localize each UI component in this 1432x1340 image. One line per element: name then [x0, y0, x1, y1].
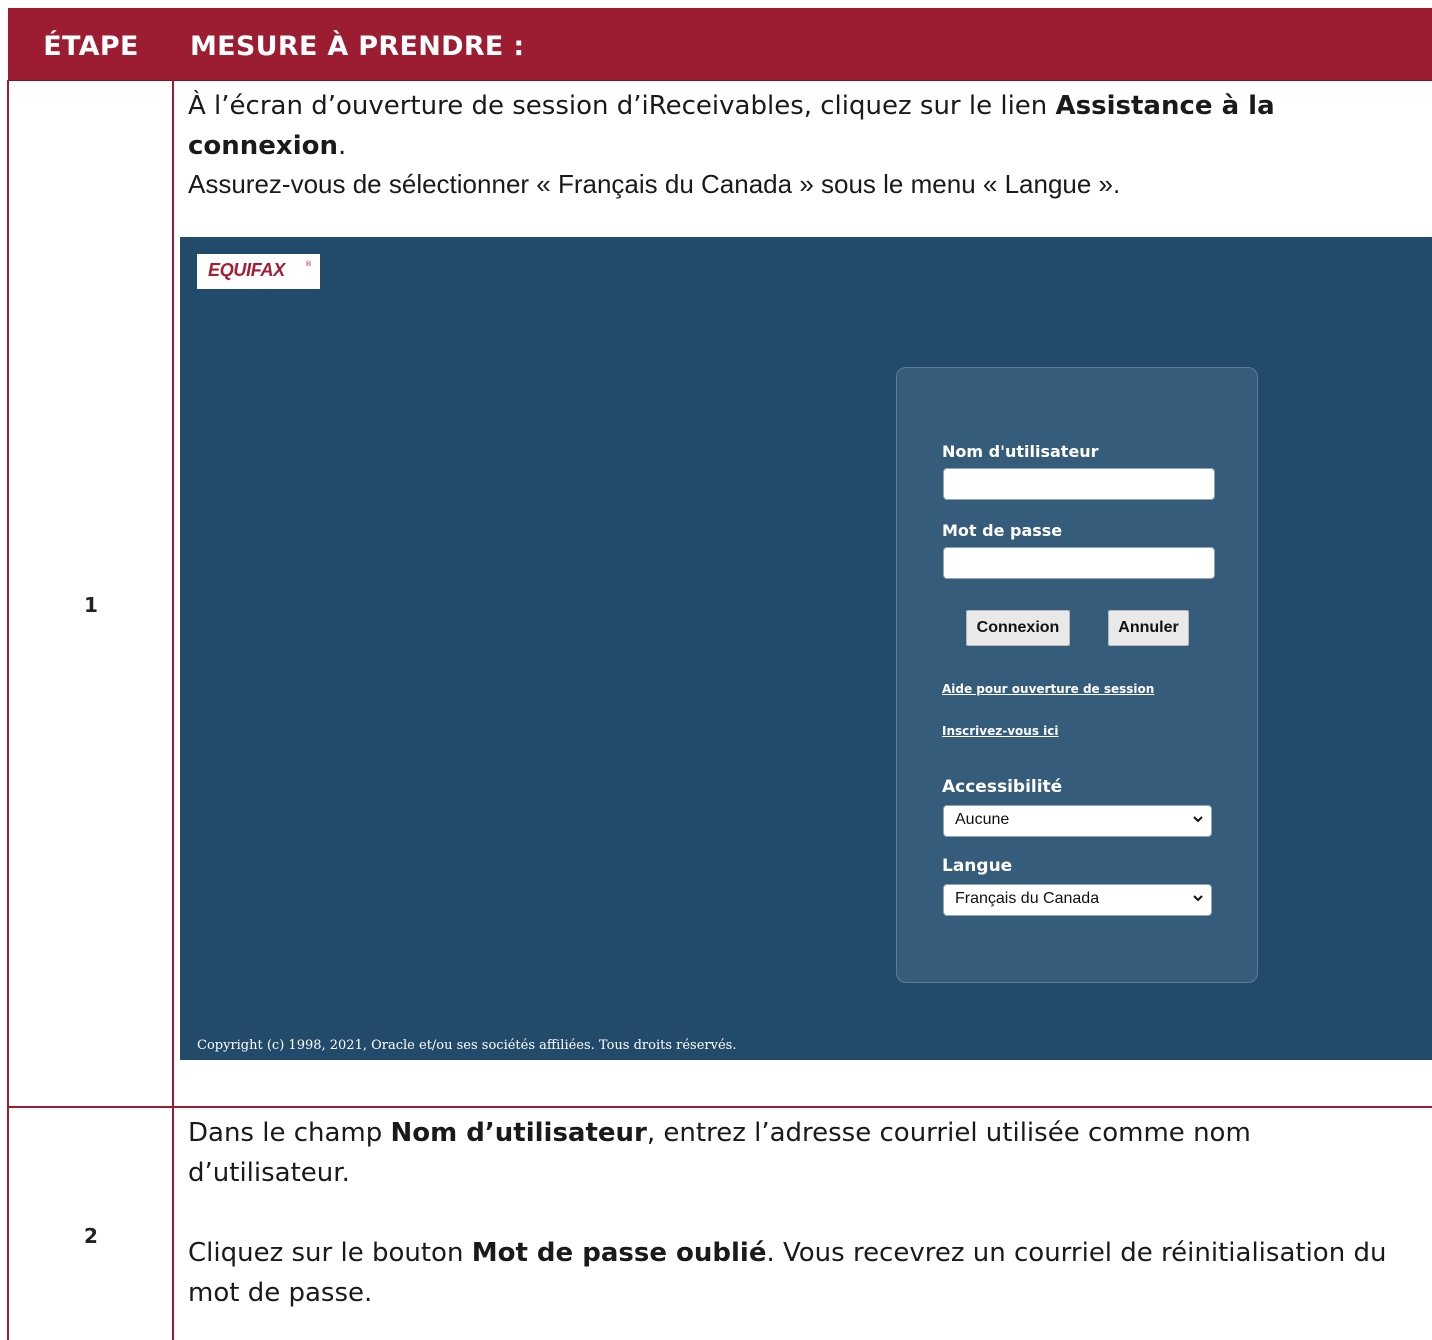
- accessibility-value: Aucune: [955, 811, 1010, 828]
- step-2-instruction-username: Dans le champ Nom d’utilisateur, entrez …: [188, 1113, 1418, 1193]
- copyright-notice: Copyright (c) 1998, 2021, Oracle et/ou s…: [197, 1038, 737, 1053]
- login-panel: Nom d'utilisateur Mot de passe Connexion…: [896, 367, 1258, 983]
- logo-registered-mark: ®: [305, 260, 312, 268]
- password-input[interactable]: [943, 547, 1215, 579]
- step-2-button-name: Mot de passe oublié: [471, 1238, 767, 1268]
- column-divider: [172, 8, 174, 1340]
- language-label: Langue: [942, 856, 1013, 876]
- password-label: Mot de passe: [942, 521, 1063, 540]
- step-2-field-name: Nom d’utilisateur: [390, 1118, 647, 1148]
- cancel-button[interactable]: Annuler: [1108, 610, 1189, 646]
- step-2-text-a: Dans le champ: [188, 1118, 391, 1148]
- step-1-instruction: À l’écran d’ouverture de session d’iRece…: [188, 86, 1418, 166]
- table-header: ÉTAPE MESURE À PRENDRE :: [8, 8, 1432, 81]
- header-step: ÉTAPE: [43, 31, 139, 62]
- step-2-instruction-password: Cliquez sur le bouton Mot de passe oubli…: [188, 1233, 1428, 1313]
- login-screenshot: EQUIFAX ® Nom d'utilisateur Mot de passe…: [180, 237, 1432, 1060]
- logo-text: EQUIFAX: [208, 260, 285, 280]
- step-number-2: 2: [84, 1224, 98, 1248]
- accessibility-label: Accessibilité: [942, 777, 1063, 797]
- step-number-1: 1: [84, 593, 98, 617]
- chevron-down-icon: [1193, 816, 1203, 823]
- step-2-text-c: Cliquez sur le bouton: [188, 1238, 472, 1268]
- login-help-link[interactable]: Aide pour ouverture de session: [942, 682, 1154, 696]
- header-action: MESURE À PRENDRE :: [190, 31, 525, 62]
- step-1-text-b: .: [337, 131, 347, 161]
- row-divider: [8, 1106, 1432, 1108]
- username-input[interactable]: [943, 468, 1215, 500]
- step-1-text-a: À l’écran d’ouverture de session d’iRece…: [188, 91, 1056, 121]
- accessibility-select[interactable]: Aucune: [943, 805, 1212, 837]
- login-button[interactable]: Connexion: [966, 610, 1070, 646]
- instruction-table: ÉTAPE MESURE À PRENDRE : 1 À l’écran d’o…: [0, 0, 1432, 1340]
- chevron-down-icon: [1193, 895, 1203, 902]
- equifax-logo: EQUIFAX ®: [197, 254, 320, 289]
- username-label: Nom d'utilisateur: [942, 442, 1099, 461]
- step-1-language-note: Assurez-vous de sélectionner « Français …: [188, 169, 1121, 199]
- register-link[interactable]: Inscrivez-vous ici: [942, 724, 1059, 738]
- language-value: Français du Canada: [955, 890, 1100, 907]
- language-select[interactable]: Français du Canada: [943, 884, 1212, 916]
- table-border-left: [7, 80, 9, 1340]
